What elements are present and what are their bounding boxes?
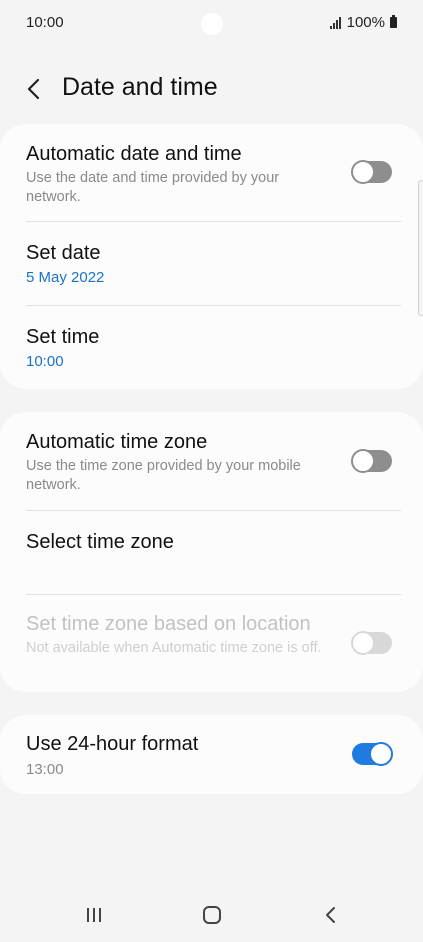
automatic-date-time-toggle[interactable] (351, 160, 392, 184)
row-title: Set date (26, 242, 101, 264)
back-nav-button[interactable] (311, 900, 351, 930)
row-title: Automatic time zone (26, 431, 208, 453)
row-title: Use 24-hour format (26, 733, 199, 755)
status-time: 10:00 (26, 14, 64, 31)
status-icons: 100% (329, 14, 397, 31)
time-zone-location-row: Set time zone based on location Not avai… (0, 595, 423, 692)
date-time-card: Automatic date and time Use the date and… (0, 124, 423, 389)
back-arrow-icon[interactable] (24, 76, 46, 102)
row-title: Select time zone (26, 531, 174, 553)
row-subtitle: Not available when Automatic time zone i… (26, 640, 322, 656)
select-time-zone-row[interactable]: Select time zone (0, 511, 423, 594)
automatic-date-time-row[interactable]: Automatic date and time Use the date and… (0, 124, 423, 221)
recents-button[interactable] (74, 900, 114, 930)
toggle-knob (369, 742, 393, 766)
use-24-hour-toggle[interactable] (352, 742, 393, 766)
set-date-row[interactable]: Set date 5 May 2022 (0, 222, 423, 305)
date-value: 5 May 2022 (26, 269, 105, 286)
battery-percent: 100% (346, 14, 385, 31)
toggle-knob (351, 449, 375, 473)
page-title: Date and time (62, 73, 218, 101)
row-title: Automatic date and time (26, 143, 242, 165)
back-nav-icon (326, 907, 335, 923)
app-header: Date and time (0, 60, 423, 118)
automatic-time-zone-row[interactable]: Automatic time zone Use the time zone pr… (0, 412, 423, 510)
time-zone-card: Automatic time zone Use the time zone pr… (0, 412, 423, 692)
home-button[interactable] (192, 900, 232, 930)
home-icon (203, 906, 221, 924)
navigation-bar (0, 886, 423, 942)
format-card: Use 24-hour format 13:00 (0, 715, 423, 794)
row-title: Set time (26, 326, 100, 348)
use-24-hour-row[interactable]: Use 24-hour format 13:00 (0, 715, 423, 794)
toggle-knob (351, 160, 375, 184)
recents-icon (87, 908, 101, 922)
signal-icon (329, 16, 341, 29)
row-subtitle: Use the time zone provided by your mobil… (26, 458, 301, 493)
automatic-time-zone-toggle[interactable] (351, 449, 392, 473)
status-bar: 10:00 100% (0, 0, 423, 44)
row-subtitle: Use the date and time provided by your n… (26, 170, 280, 205)
battery-icon (390, 15, 397, 28)
set-time-row[interactable]: Set time 10:00 (0, 306, 423, 389)
time-zone-location-toggle (351, 631, 392, 655)
camera-cutout (201, 13, 223, 35)
format-example: 13:00 (26, 761, 64, 778)
toggle-knob (351, 631, 375, 655)
scroll-handle[interactable] (418, 180, 423, 316)
time-value: 10:00 (26, 353, 64, 370)
row-title: Set time zone based on location (26, 613, 311, 635)
